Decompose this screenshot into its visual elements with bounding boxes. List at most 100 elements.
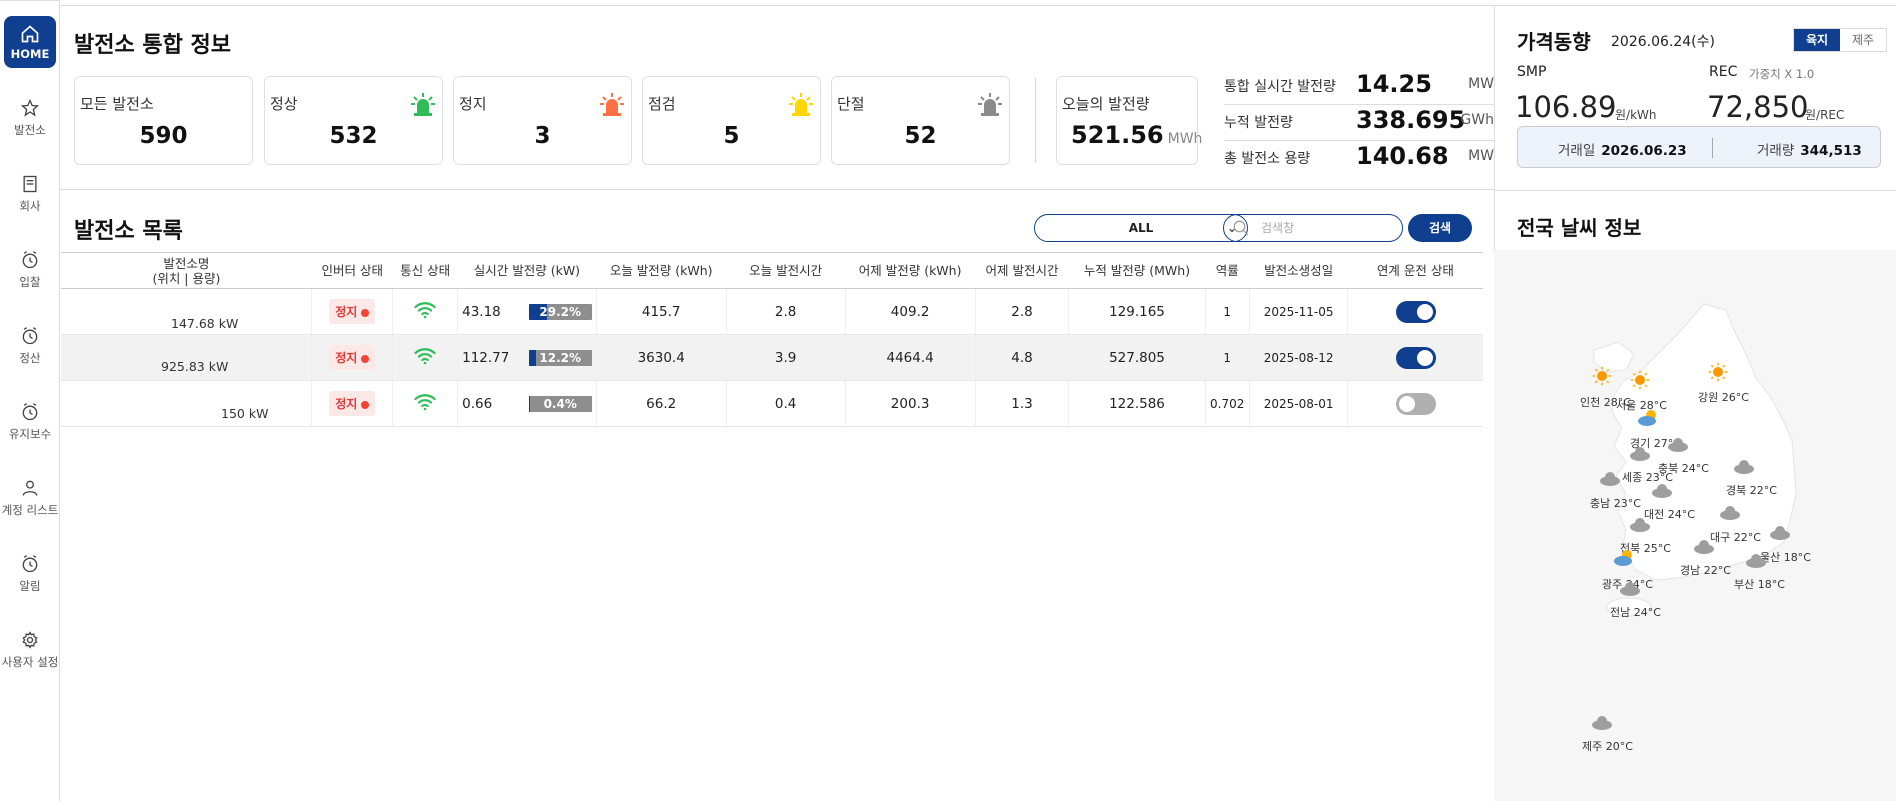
cell-efficiency: 1 [1204,334,1250,381]
sidebar-item-alerts[interactable]: 알림 [0,539,60,609]
cell-cumulative: 129.165 [1068,288,1206,335]
clock-icon [22,555,38,573]
tab-jeju[interactable]: 제주 [1840,29,1886,51]
divider [1224,104,1494,105]
search-icon [1233,220,1249,236]
gear-icon [22,631,38,649]
search-button[interactable]: 검색 [1408,214,1472,242]
trade-date-label: 거래일 [1558,143,1596,159]
status-dot [361,308,370,317]
sidebar-item-user-settings[interactable]: 사용자 설정 [0,615,60,685]
sidebar-item-label: 정산 [19,351,41,365]
cloud-icon [1668,438,1688,452]
siren-icon [411,93,435,116]
sun-icon [1630,370,1650,390]
toggle-knob [1416,303,1433,320]
sidebar-item-company[interactable]: 회사 [0,159,60,229]
cell-yesterday-hours: 4.8 [974,334,1069,381]
realtime-value: 0.66 [462,395,493,412]
link-toggle[interactable] [1395,346,1436,369]
cloud-icon [1694,540,1714,554]
cell-today-gen: 3630.4 [595,334,727,381]
sidebar-item-label: 계정 리스트 [1,503,59,517]
search-input[interactable]: 검색창 [1223,214,1403,242]
today-label: 오늘의 발전량 [1062,95,1150,113]
weather-title: 전국 날씨 정보 [1517,216,1642,240]
card-label: 단절 [837,95,865,113]
cell-efficiency: 1 [1204,288,1250,335]
cloud-icon [1770,526,1790,540]
today-value: 521.56 [1071,121,1164,149]
cell-name: 147.68 kW [61,288,312,335]
status-text: 정지 [335,305,358,319]
trade-info-box: 거래일 2026.06.23 거래량 344,513 [1517,126,1881,168]
cell-link [1347,380,1483,427]
cloud-icon [1592,716,1612,730]
sidebar-item-maintenance[interactable]: 유지보수 [0,387,60,457]
cloud-icon [1746,554,1766,568]
siren-icon [789,93,813,116]
sun-icon [1592,366,1612,386]
sun-icon [1708,362,1728,382]
filter-select[interactable]: ALL ⌄ [1034,214,1248,242]
main-panel: 발전소 통합 정보 모든 발전소 590 정상 532 정지 3 점검 5 단절… [60,0,1494,801]
link-toggle[interactable] [1395,392,1436,415]
price-date: 2026.06.24(수) [1611,34,1715,50]
stat-unit: MW [1468,76,1494,92]
stat-label: 누적 발전량 [1224,115,1293,131]
link-toggle[interactable] [1395,300,1436,323]
star-icon [20,98,40,117]
card-value: 3 [534,123,551,149]
divider [1224,140,1494,141]
col-today-gen: 오늘 발전량 (kWh) [596,252,727,289]
card-normal: 정상 532 [264,76,443,165]
weather-label: 강원 26°C [1698,391,1749,404]
cell-link [1347,288,1483,335]
cell-created: 2025-08-12 [1248,334,1348,381]
sidebar-item-bidding[interactable]: 입찰 [0,235,60,305]
sidebar-item-plants[interactable]: 발전소 [0,83,60,153]
cell-link [1347,334,1483,381]
trade-date-value: 2026.06.23 [1601,143,1687,159]
table-row[interactable]: 925.83 kW 정지 112.77 12.2% 3630.4 3.9 4464… [61,334,1483,381]
cloud-icon [1620,582,1640,596]
cell-today-gen: 66.2 [595,380,727,427]
rec-weight: 가중치 X 1.0 [1749,67,1815,81]
stat-label: 통합 실시간 발전량 [1224,79,1336,95]
toggle-knob [1416,349,1433,366]
status-text: 정지 [335,351,358,365]
divider [60,189,1494,190]
sidebar-item-settlement[interactable]: 정산 [0,311,60,381]
cell-efficiency: 0.702 [1204,380,1250,427]
card-inspection: 점검 5 [642,76,821,165]
card-label: 정상 [270,95,298,113]
stat-capacity: 총 발전소 용량 140.68 MW [1224,142,1494,176]
cell-comm [392,380,458,427]
progress-percent: 0.4% [543,396,577,411]
col-yesterday-gen: 어제 발전량 (kWh) [845,252,976,289]
smp-value: 106.89 [1515,90,1617,124]
toggle-knob [1398,395,1415,412]
table-row[interactable]: 150 kW 정지 0.66 0.4% 66.2 0.4 200.3 1.3 12… [61,380,1483,427]
wifi-icon [414,347,436,364]
weather-label: 대구 22°C [1710,531,1761,544]
cell-created: 2025-08-01 [1248,380,1348,427]
korea-map [1593,303,1797,617]
tab-mainland[interactable]: 육지 [1794,29,1840,51]
col-yesterday-hours: 어제 발전시간 [975,252,1069,289]
realtime-value: 43.18 [462,303,501,320]
cell-inverter: 정지 [311,334,393,381]
table-header: 발전소명 (위치 | 용량) 인버터 상태 통신 상태 실시간 발전량 (kW) … [61,252,1483,289]
weather-label: 제주 20°C [1582,740,1633,753]
sidebar-item-label: 사용자 설정 [1,655,59,669]
cloud-icon [1652,484,1672,498]
trade-date: 거래일 2026.06.23 [1558,139,1687,159]
rec-unit: 원/REC [1805,108,1845,122]
sidebar-item-home[interactable]: HOME [4,16,56,68]
card-value: 532 [329,123,378,149]
building-icon [23,175,37,193]
card-disconnected: 단절 52 [831,76,1010,165]
cloud-icon [1630,518,1650,532]
sidebar-item-accounts[interactable]: 계정 리스트 [0,463,60,533]
table-row[interactable]: 147.68 kW 정지 43.18 29.2% 415.7 2.8 409.2 … [61,288,1483,335]
